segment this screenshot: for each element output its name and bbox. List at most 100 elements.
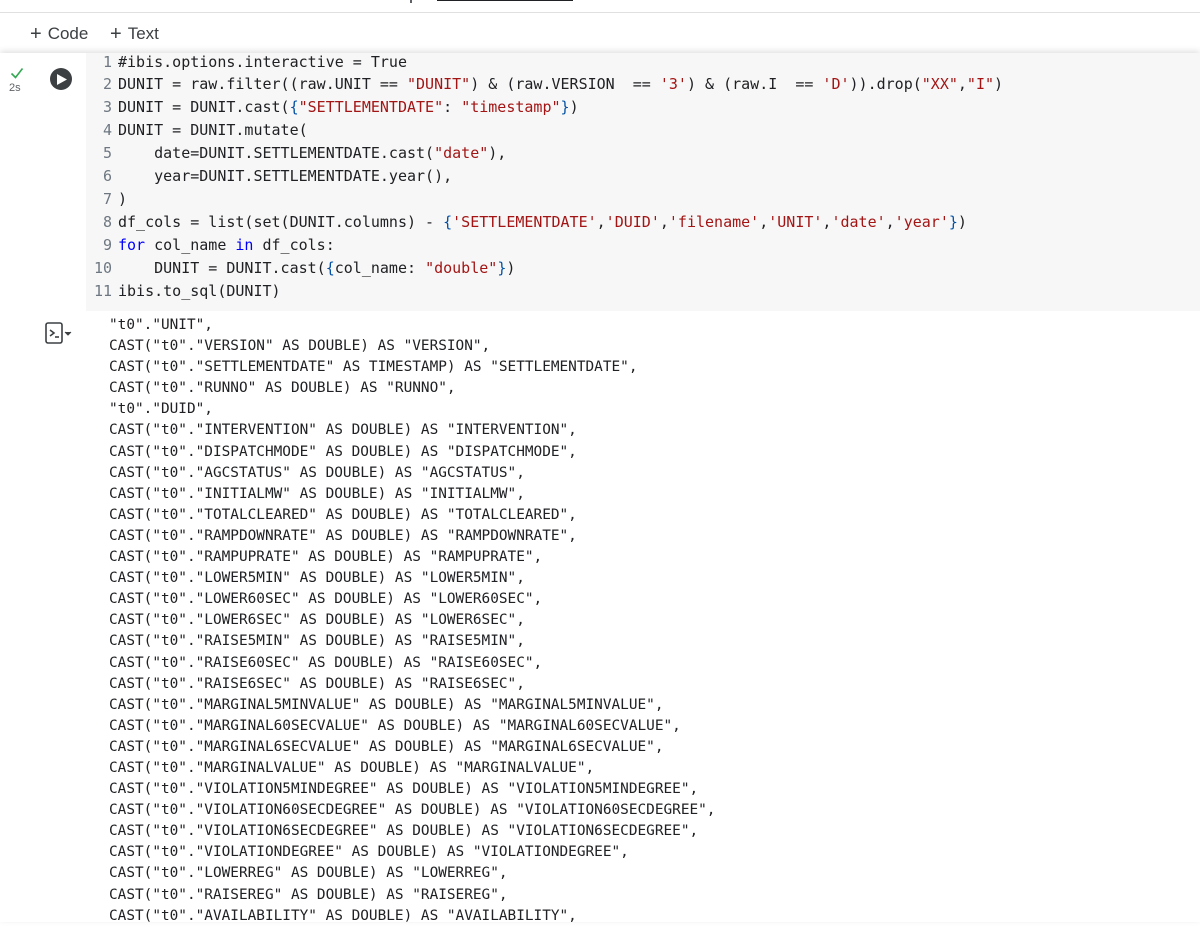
- execution-time: 2s: [9, 82, 21, 94]
- output-line: CAST("t0"."RAISE5MIN" AS DOUBLE) AS "RAI…: [109, 633, 525, 650]
- output-line: CAST("t0"."RAISE60SEC" AS DOUBLE) AS "RA…: [109, 654, 543, 671]
- code-line[interactable]: 3 DUNIT = DUNIT.cast({"SETTLEMENTDATE": "…: [86, 96, 579, 118]
- line-number: 9: [102, 236, 112, 254]
- code-token: DUNIT = DUNIT.cast(: [154, 259, 326, 277]
- add-code-button[interactable]: + Code: [30, 21, 88, 47]
- line-number: 3: [102, 98, 112, 116]
- code-token: ,: [659, 213, 669, 231]
- output-line: CAST("t0"."LOWER60SEC" AS DOUBLE) AS "LO…: [109, 591, 543, 608]
- output-line: CAST("t0"."SETTLEMENTDATE" AS TIMESTAMP)…: [109, 359, 638, 376]
- line-number: 2: [102, 75, 112, 93]
- output-line: CAST("t0"."INTERVENTION" AS DOUBLE) AS "…: [109, 422, 577, 439]
- code-token: in: [235, 236, 254, 254]
- output-line: "t0"."UNIT",: [109, 317, 213, 333]
- code-line[interactable]: 9 for col_name in df_cols:: [86, 234, 335, 256]
- code-token: "I": [966, 75, 995, 93]
- code-token: "date": [434, 144, 489, 162]
- code-token: ,: [957, 75, 967, 93]
- code-token: {: [443, 213, 453, 231]
- cell-output: "t0"."UNIT", CAST("t0"."VERSION" AS DOUBL…: [109, 315, 1189, 927]
- code-token: }: [497, 259, 507, 277]
- code-token: }: [948, 213, 958, 231]
- code-editor[interactable]: 1 #ibis.options.interactive = True 2 DUNIT …: [86, 53, 1200, 311]
- add-code-label: Code: [47, 24, 89, 43]
- code-token: 'D': [822, 75, 850, 93]
- code-line[interactable]: 7): [86, 188, 127, 210]
- output-line: CAST("t0"."RAISEREG" AS DOUBLE) AS "RAIS…: [109, 886, 508, 903]
- code-token: 'UNIT': [768, 213, 823, 231]
- output-line: "t0"."DUID",: [109, 401, 213, 418]
- add-text-button[interactable]: + Text: [110, 21, 159, 47]
- code-token: ) & (raw.I ==: [686, 75, 823, 93]
- output-line: CAST("t0"."LOWERREG" AS DOUBLE) AS "LOWE…: [109, 865, 508, 882]
- code-line[interactable]: 5 date=DUNIT.SETTLEMENTDATE.cast("date")…: [86, 142, 506, 164]
- code-token: {: [325, 259, 335, 277]
- cell-gutter: 2s: [0, 53, 36, 922]
- code-token: col_name:: [334, 259, 426, 277]
- divider: [410, 0, 412, 3]
- output-line: CAST("t0"."MARGINAL60SECVALUE" AS DOUBLE…: [109, 717, 681, 734]
- output-line: CAST("t0"."LOWER6SEC" AS DOUBLE) AS "LOW…: [109, 612, 525, 629]
- output-line: CAST("t0"."RAISE6SEC" AS DOUBLE) AS "RAI…: [109, 675, 525, 692]
- code-token: ibis.to_sql(DUNIT): [118, 282, 281, 300]
- code-token: df_cols = list(set(DUNIT.columns) -: [118, 213, 444, 231]
- code-token: ) & (raw.VERSION ==: [470, 75, 660, 93]
- code-token: date=DUNIT.SETTLEMENTDATE.cast(: [154, 144, 435, 162]
- output-line: CAST("t0"."VIOLATION60SECDEGREE" AS DOUB…: [109, 802, 716, 819]
- code-line[interactable]: 2 DUNIT = raw.filter((raw.UNIT == "DUNIT"…: [86, 73, 1003, 95]
- output-line: CAST("t0"."LOWER5MIN" AS DOUBLE) AS "LOW…: [109, 570, 525, 587]
- code-cell[interactable]: 2s 1 #ibis.options.interactive = True 2 DUN…: [0, 53, 1200, 924]
- code-token: ): [506, 259, 516, 277]
- output-line: CAST("t0"."RAMPUPRATE" AS DOUBLE) AS "RA…: [109, 549, 543, 566]
- code-token: {: [289, 98, 299, 116]
- code-token: #ibis.options.interactive = True: [118, 53, 407, 71]
- add-text-label: Text: [127, 24, 159, 43]
- output-line: CAST("t0"."RAMPDOWNRATE" AS DOUBLE) AS "…: [109, 527, 577, 544]
- notebook-toolbar: + Code + Text: [0, 13, 1200, 53]
- code-line[interactable]: 4 DUNIT = DUNIT.mutate(: [86, 119, 308, 141]
- output-line: CAST("t0"."VIOLATION5MINDEGREE" AS DOUBL…: [109, 781, 699, 798]
- code-token: DUNIT = DUNIT.cast(: [118, 98, 290, 116]
- output-actions-icon[interactable]: [44, 321, 74, 347]
- output-line: CAST("t0"."TOTALCLEARED" AS DOUBLE) AS "…: [109, 506, 577, 523]
- line-number: 7: [102, 190, 112, 208]
- code-token: 'filename': [668, 213, 760, 231]
- run-cell-button[interactable]: [50, 68, 72, 90]
- code-token: year=DUNIT.SETTLEMENTDATE.year(),: [154, 167, 453, 185]
- underline-fragment: [437, 0, 573, 1]
- code-token: ): [118, 190, 128, 208]
- code-token: "double": [425, 259, 498, 277]
- code-token: 'year': [894, 213, 949, 231]
- output-line: CAST("t0"."MARGINALVALUE" AS DOUBLE) AS …: [109, 759, 595, 776]
- line-number: 5: [102, 144, 112, 162]
- code-token: DUNIT = DUNIT.mutate(: [118, 121, 308, 139]
- code-token: col_name: [145, 236, 236, 254]
- code-line[interactable]: 8 df_cols = list(set(DUNIT.columns) - {'S…: [86, 211, 967, 233]
- code-token: 'date': [831, 213, 886, 231]
- code-token: ): [569, 98, 579, 116]
- output-line: CAST("t0"."MARGINAL6SECVALUE" AS DOUBLE)…: [109, 738, 664, 755]
- code-token: df_cols:: [253, 236, 335, 254]
- line-number: 1: [102, 53, 112, 71]
- code-token: DUNIT = raw.filter((raw.UNIT ==: [118, 75, 407, 93]
- code-token: "timestamp": [461, 98, 561, 116]
- code-token: 'DUID': [605, 213, 660, 231]
- code-line[interactable]: 11 ibis.to_sql(DUNIT): [86, 280, 281, 302]
- plus-icon: +: [110, 23, 122, 45]
- code-token: ,: [759, 213, 769, 231]
- code-line[interactable]: 10 DUNIT = DUNIT.cast({col_name: "double…: [86, 257, 515, 279]
- code-token: )).drop(: [849, 75, 922, 93]
- code-token: :: [443, 98, 462, 116]
- code-token: }: [560, 98, 570, 116]
- code-line[interactable]: 6 year=DUNIT.SETTLEMENTDATE.year(),: [86, 165, 452, 187]
- output-line: CAST("t0"."MARGINAL5MINVALUE" AS DOUBLE)…: [109, 696, 664, 713]
- code-line[interactable]: 1 #ibis.options.interactive = True: [86, 51, 407, 73]
- code-token: ),: [488, 144, 507, 162]
- code-token: ,: [596, 213, 606, 231]
- line-number: 10: [93, 259, 112, 277]
- code-token: "SETTLEMENTDATE": [298, 98, 444, 116]
- line-number: 4: [102, 121, 112, 139]
- code-token: ): [994, 75, 1004, 93]
